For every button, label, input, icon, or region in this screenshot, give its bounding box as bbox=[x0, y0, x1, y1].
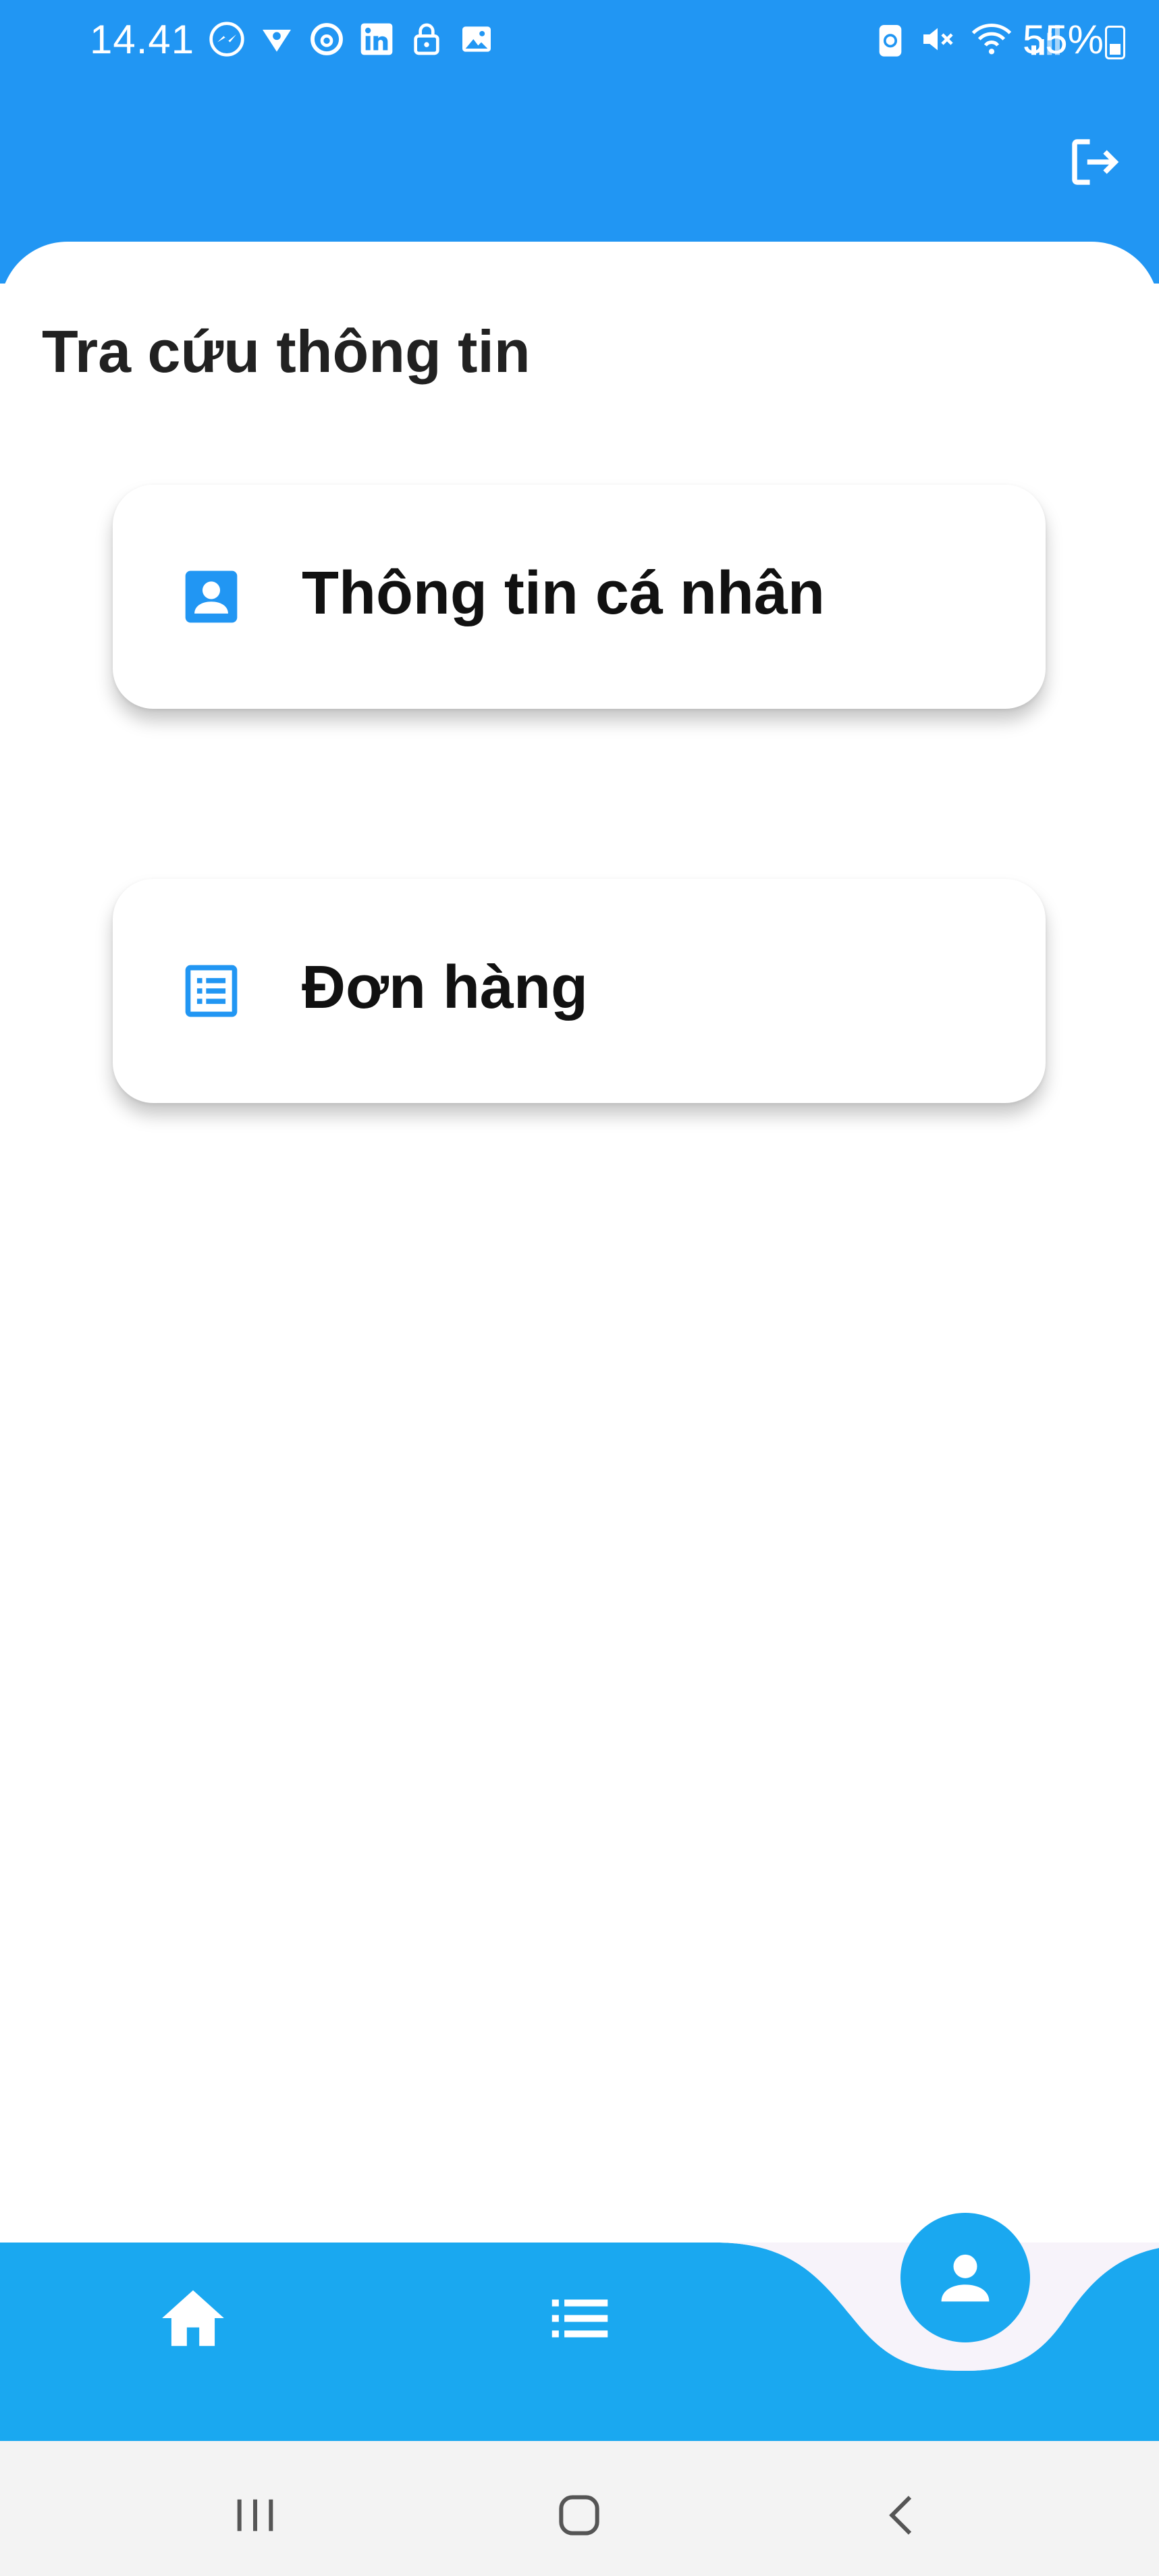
list-icon bbox=[551, 2299, 608, 2338]
logout-icon bbox=[1072, 139, 1119, 185]
battery-icon bbox=[1105, 26, 1125, 59]
battery-percentage: 55% bbox=[1022, 17, 1104, 62]
page-title: Tra cứu thông tin bbox=[42, 318, 531, 385]
logout-button[interactable] bbox=[1064, 132, 1125, 192]
person-icon bbox=[941, 2254, 990, 2302]
threads-icon bbox=[311, 23, 343, 55]
notification-icons bbox=[208, 20, 495, 58]
wifi-icon bbox=[971, 24, 1012, 55]
status-time: 14.41 bbox=[90, 17, 195, 62]
contact-card-icon bbox=[185, 570, 238, 623]
nav-home-button[interactable] bbox=[153, 2278, 234, 2359]
lock-icon bbox=[414, 23, 439, 55]
recent-apps-icon bbox=[237, 2499, 273, 2531]
list-document-icon bbox=[185, 965, 238, 1017]
home-square-icon bbox=[559, 2495, 599, 2535]
mute-icon bbox=[923, 28, 953, 51]
back-button[interactable] bbox=[863, 2475, 944, 2556]
home-icon bbox=[162, 2290, 224, 2346]
orders-card[interactable]: Đơn hàng bbox=[113, 879, 1046, 1103]
battery-saver-icon bbox=[879, 25, 902, 57]
home-system-button[interactable] bbox=[539, 2475, 620, 2556]
nav-list-button[interactable] bbox=[539, 2278, 620, 2359]
system-navigation-bar bbox=[0, 2441, 1159, 2576]
messenger-icon bbox=[209, 22, 244, 57]
image-icon bbox=[462, 26, 491, 52]
recent-apps-button[interactable] bbox=[215, 2475, 296, 2556]
status-bar: 14.41 55% bbox=[0, 0, 1159, 81]
orders-label: Đơn hàng bbox=[302, 954, 588, 1021]
vpn-icon bbox=[263, 30, 291, 52]
back-chevron-icon bbox=[889, 2496, 912, 2535]
nav-profile-button[interactable] bbox=[900, 2213, 1030, 2342]
linkedin-icon bbox=[360, 23, 393, 55]
personal-info-card[interactable]: Thông tin cá nhân bbox=[113, 485, 1046, 709]
personal-info-label: Thông tin cá nhân bbox=[302, 560, 825, 627]
